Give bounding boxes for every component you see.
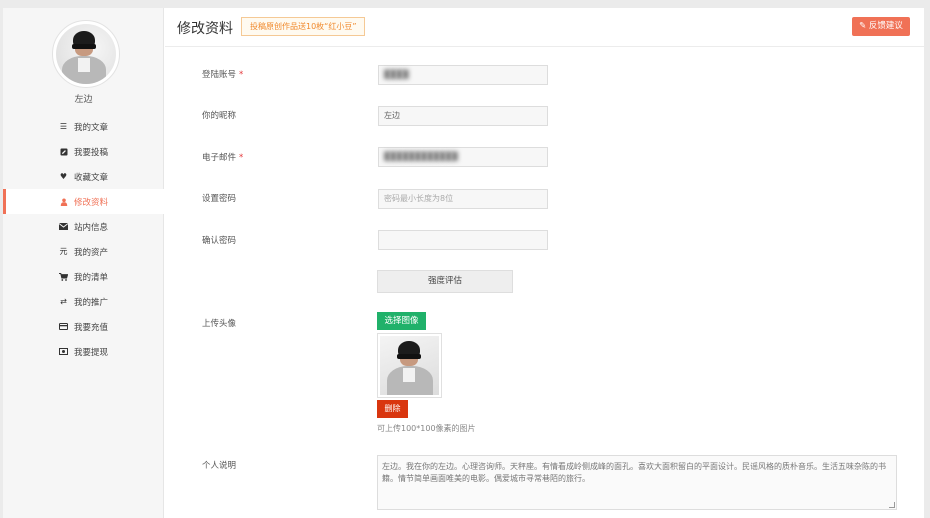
sidebar-item-label: 我要提现 bbox=[74, 347, 109, 358]
password-label: 设置密码 bbox=[202, 194, 237, 204]
avatar-preview bbox=[377, 333, 442, 398]
sidebar-item-label: 我的文章 bbox=[74, 122, 109, 133]
credit-card-icon bbox=[59, 322, 68, 331]
required-mark: * bbox=[239, 70, 244, 80]
avatar-photo bbox=[56, 24, 116, 84]
sidebar-item-label: 修改资料 bbox=[74, 197, 109, 208]
delete-avatar-button[interactable]: 删除 bbox=[377, 400, 408, 418]
choose-image-button[interactable]: 选择图像 bbox=[377, 312, 426, 330]
email-label: 电子邮件 * bbox=[202, 153, 244, 163]
bio-label: 个人说明 bbox=[202, 461, 237, 471]
confirm-password-field[interactable] bbox=[378, 230, 548, 250]
account-label: 登陆账号 * bbox=[202, 70, 244, 80]
pencil-icon: ✎ bbox=[859, 21, 867, 31]
list-icon: ☰ bbox=[59, 121, 68, 131]
sidebar-item-recharge[interactable]: 我要充值 bbox=[3, 314, 164, 339]
feedback-label: 反馈建议 bbox=[868, 21, 903, 31]
avatar-hint: 可上传100*100像素的图片 bbox=[377, 424, 476, 433]
email-field[interactable]: ████████████ bbox=[378, 147, 548, 167]
sidebar-item-list[interactable]: 我的清单 bbox=[3, 264, 164, 289]
shuffle-icon: ⇄ bbox=[60, 296, 67, 306]
sidebar-item-promotion[interactable]: ⇄ 我的推广 bbox=[3, 289, 164, 314]
envelope-icon bbox=[59, 222, 68, 231]
cart-icon bbox=[59, 272, 68, 281]
nickname-field[interactable]: 左边 bbox=[378, 106, 548, 126]
confirm-password-label: 确认密码 bbox=[202, 236, 237, 246]
sidebar-username: 左边 bbox=[74, 95, 93, 105]
sidebar-item-favorites[interactable]: ♥ 收藏文章 bbox=[3, 164, 164, 189]
sidebar-item-label: 收藏文章 bbox=[74, 172, 109, 183]
sidebar-item-label: 我要投稿 bbox=[74, 147, 109, 158]
sidebar-item-label: 我要充值 bbox=[74, 322, 109, 333]
account-field[interactable]: ████ bbox=[378, 65, 548, 85]
nickname-label: 你的昵称 bbox=[202, 111, 237, 121]
sidebar-item-edit-profile[interactable]: 修改资料 bbox=[3, 189, 164, 214]
user-icon bbox=[59, 197, 68, 206]
sidebar-menu: ☰ 我的文章 我要投稿 ♥ 收藏文章 修改资料 站内信息 元 我的资产 我的清单… bbox=[3, 114, 164, 364]
sidebar-item-label: 我的资产 bbox=[74, 247, 109, 258]
sidebar-item-my-articles[interactable]: ☰ 我的文章 bbox=[3, 114, 164, 139]
sidebar-item-submit[interactable]: 我要投稿 bbox=[3, 139, 164, 164]
sidebar-item-withdraw[interactable]: 我要提现 bbox=[3, 339, 164, 364]
bio-textarea[interactable]: 左边。我在你的左边。心理咨询师。天秤座。有情看成岭侧成峰的面孔。喜欢大面积留白的… bbox=[377, 455, 897, 510]
feedback-button[interactable]: ✎ 反馈建议 bbox=[852, 17, 910, 36]
required-mark: * bbox=[239, 153, 244, 163]
main-content: 修改资料 投稿原创作品送10枚“红小豆” ✎ 反馈建议 登陆账号 * ████ 你… bbox=[165, 8, 924, 518]
sidebar: 左边 ☰ 我的文章 我要投稿 ♥ 收藏文章 修改资料 站内信息 元 我的资产 我… bbox=[3, 8, 164, 518]
sidebar-item-label: 我的推广 bbox=[74, 297, 109, 308]
password-field[interactable]: 密码最小长度为8位 bbox=[378, 189, 548, 209]
resize-handle[interactable] bbox=[889, 502, 895, 508]
sidebar-item-assets[interactable]: 元 我的资产 bbox=[3, 239, 164, 264]
notice-badge[interactable]: 投稿原创作品送10枚“红小豆” bbox=[241, 17, 366, 36]
bio-text: 左边。我在你的左边。心理咨询师。天秤座。有情看成岭侧成峰的面孔。喜欢大面积留白的… bbox=[382, 462, 886, 483]
edit-icon bbox=[59, 147, 68, 156]
page-header: 修改资料 投稿原创作品送10枚“红小豆” ✎ 反馈建议 bbox=[165, 8, 924, 47]
avatar[interactable] bbox=[52, 20, 120, 88]
sidebar-item-label: 我的清单 bbox=[74, 272, 109, 283]
avatar-preview-photo bbox=[380, 336, 439, 395]
avatar-upload-label: 上传头像 bbox=[202, 319, 237, 329]
heart-icon: ♥ bbox=[59, 171, 68, 181]
yuan-icon: 元 bbox=[59, 246, 68, 256]
strength-button[interactable]: 强度评估 bbox=[377, 270, 513, 293]
page-title: 修改资料 bbox=[177, 21, 233, 37]
sidebar-item-label: 站内信息 bbox=[74, 222, 109, 233]
sidebar-item-messages[interactable]: 站内信息 bbox=[3, 214, 164, 239]
money-icon bbox=[59, 347, 68, 356]
